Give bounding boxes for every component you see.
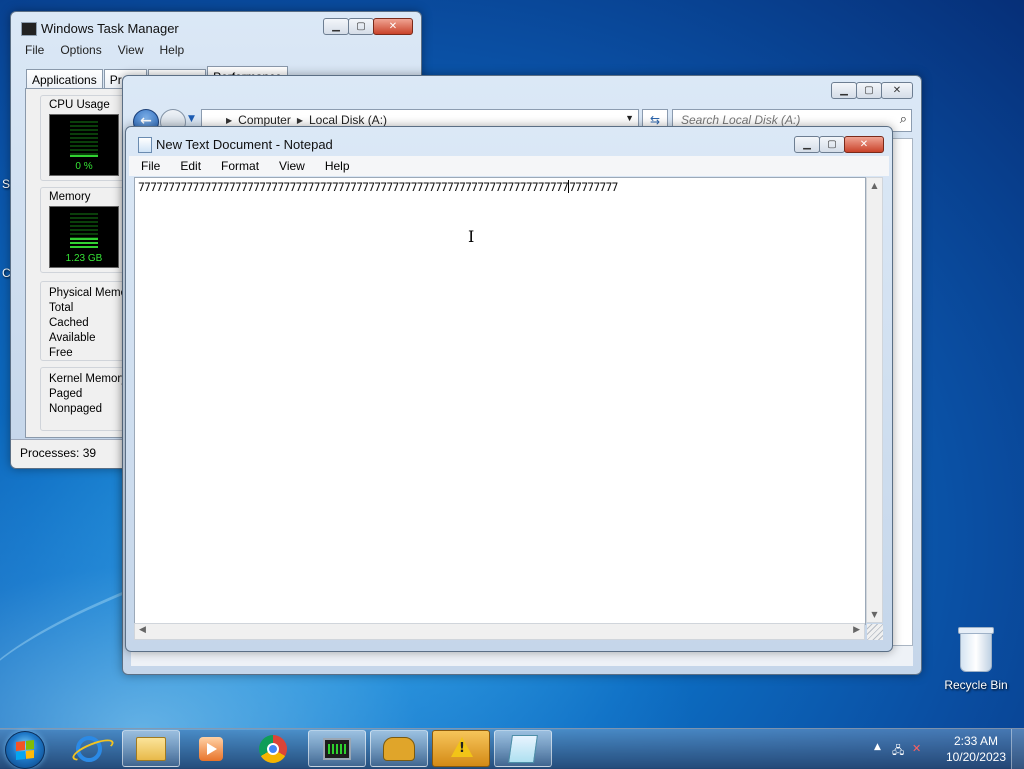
windows-logo-icon [16,740,34,760]
cpu-usage-value: 0 % [75,161,93,172]
memory-value: 1.23 GB [65,253,103,264]
breadcrumb-computer[interactable]: Computer [238,113,291,127]
menu-format[interactable]: Format [209,156,267,176]
horizontal-scrollbar[interactable]: ◀ ▶ [134,623,865,640]
notepad-window[interactable]: New Text Document - Notepad ▁ ▢ ✕ File E… [125,126,893,652]
volume-muted-icon[interactable]: ✕ [912,742,921,755]
taskbar-task-manager-button[interactable] [308,730,366,767]
notepad-icon [508,734,538,763]
text-before-caret: 7777777777777777777777777777777777777777… [138,180,569,194]
desktop-icon-label-partial[interactable]: S [2,177,10,191]
scroll-up-icon[interactable]: ▲ [867,181,882,190]
vertical-scrollbar[interactable]: ▲ ▼ [866,177,883,623]
text-after-caret: 77777777 [569,180,618,194]
task-manager-app-icon [21,22,37,36]
close-button[interactable]: ✕ [373,18,413,35]
chevron-right-icon[interactable]: ▶ [297,116,303,125]
system-tray: ▲ 🖧 ✕ 2:33 AM 10/20/2023 [864,729,1024,769]
taskbar-ie-button[interactable] [60,730,118,767]
scroll-left-icon[interactable]: ◀ [139,625,146,635]
menu-help[interactable]: Help [313,156,358,176]
gimp-icon [383,736,415,761]
processes-count: Processes: 39 [20,446,97,460]
document-text: 7777777777777777777777777777777777777777… [138,180,618,194]
menu-view[interactable]: View [118,43,144,57]
taskbar-media-player-button[interactable] [182,730,240,767]
network-icon[interactable]: 🖧 [892,742,904,761]
text-editor-area[interactable]: 7777777777777777777777777777777777777777… [134,177,866,625]
caption-buttons: ▁ ▢ ✕ [794,136,884,153]
stat-nonpaged: Nonpaged [49,403,103,415]
stat-paged: Paged [49,388,83,400]
menu-edit[interactable]: Edit [168,156,209,176]
internet-explorer-icon [76,735,102,762]
ibeam-cursor-icon: I [468,227,475,246]
taskbar-notepad-button[interactable] [494,730,552,767]
warning-app-icon [448,736,474,761]
menu-bar: File Options View Help [25,43,184,57]
close-button[interactable]: ✕ [881,82,913,99]
caption-buttons: ▁ ▢ ✕ [831,82,913,99]
windows-explorer-icon [136,736,166,761]
window-title: Windows Task Manager [41,21,179,36]
taskbar-warning-app-button[interactable] [432,730,490,767]
window-title: New Text Document - Notepad [156,137,333,152]
menu-file[interactable]: File [129,156,168,176]
kernel-memory-list: Kernel Memory Paged Nonpaged [49,372,127,417]
stat-total: Total [49,302,74,314]
taskbar-gimp-button[interactable] [370,730,428,767]
clock[interactable]: 2:33 AM 10/20/2023 [946,733,1006,765]
stat-cached: Cached [49,317,89,329]
show-hidden-icons-icon[interactable]: ▲ [874,742,881,752]
search-placeholder: Search Local Disk (A:) [681,113,801,127]
menu-view[interactable]: View [267,156,313,176]
maximize-button[interactable]: ▢ [856,82,882,99]
recycle-bin-icon [958,627,994,672]
show-desktop-button[interactable] [1011,729,1024,769]
memory-meter-fill [70,238,98,249]
media-player-icon [199,736,223,761]
kernel-memory-title: Kernel Memory [49,373,127,385]
menu-options[interactable]: Options [60,43,101,57]
breadcrumb: ▶ Computer ▶ Local Disk (A:) [226,113,387,127]
clock-date: 10/20/2023 [945,750,1006,764]
caption-buttons: ▁ ▢ ✕ [323,18,413,35]
physical-memory-title: Physical Memor [49,287,131,299]
maximize-button[interactable]: ▢ [348,18,374,35]
minimize-button[interactable]: ▁ [323,18,349,35]
stat-free: Free [49,347,73,359]
chevron-right-icon[interactable]: ▶ [226,116,232,125]
close-button[interactable]: ✕ [844,136,884,153]
scroll-right-icon[interactable]: ▶ [853,625,860,635]
minimize-button[interactable]: ▁ [794,136,820,153]
clock-time: 2:33 AM [953,734,998,748]
menu-file[interactable]: File [25,43,44,57]
minimize-button[interactable]: ▁ [831,82,857,99]
recycle-bin-label: Recycle Bin [944,678,1008,692]
taskbar-explorer-button[interactable] [122,730,180,767]
search-icon[interactable]: ⌕ [900,111,907,127]
notepad-app-icon [138,137,152,153]
memory-meter: 1.23 GB [49,206,119,268]
start-button[interactable] [5,731,45,769]
resize-grip[interactable] [867,624,883,640]
taskbar-chrome-button[interactable] [244,730,302,767]
stat-available: Available [49,332,96,344]
recycle-bin-desktop-icon[interactable]: Recycle Bin [940,627,1012,692]
menu-help[interactable]: Help [160,43,185,57]
chevron-down-icon[interactable]: ▼ [625,113,634,123]
recent-pages-dropdown-icon[interactable]: ▼ [188,114,195,124]
task-manager-icon [323,737,351,760]
menu-bar: File Edit Format View Help [129,156,889,176]
scroll-down-icon[interactable]: ▼ [867,610,882,619]
maximize-button[interactable]: ▢ [819,136,845,153]
meter-background [70,121,98,157]
cpu-meter-fill [70,155,98,157]
cpu-usage-meter: 0 % [49,114,119,176]
taskbar: ▲ 🖧 ✕ 2:33 AM 10/20/2023 [0,728,1024,769]
breadcrumb-local-disk[interactable]: Local Disk (A:) [309,113,387,127]
physical-memory-list: Physical Memor Total Cached Available Fr… [49,286,131,361]
chrome-icon [259,734,287,763]
